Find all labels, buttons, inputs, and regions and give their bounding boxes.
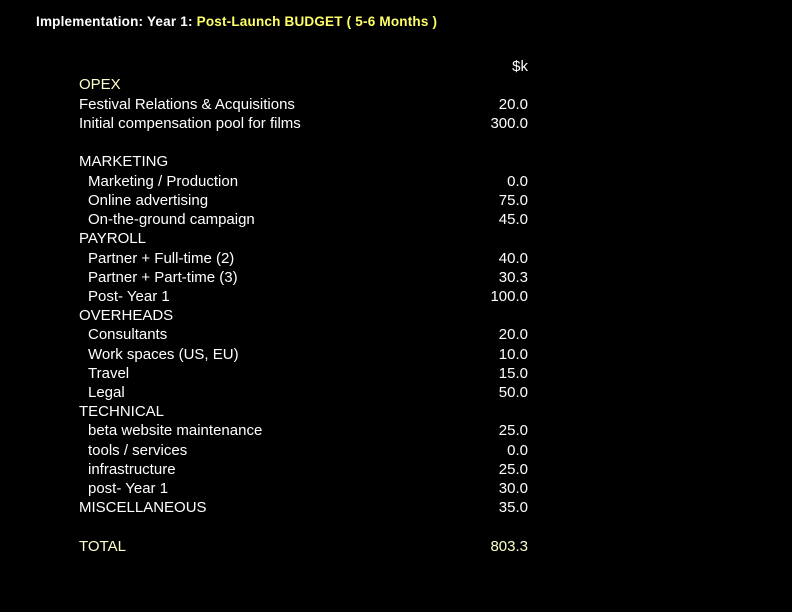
- section-header-row: OVERHEADS: [79, 306, 528, 325]
- line-item-row: Online advertising 75.0: [79, 191, 528, 210]
- row-label: Partner + Full-time (2): [88, 250, 235, 267]
- line-item-row: Partner + Part-time (3) 30.3: [79, 268, 528, 287]
- section-header-row: MISCELLANEOUS 35.0: [79, 498, 528, 517]
- row-value: 20.0: [498, 326, 528, 343]
- row-label: PAYROLL: [79, 230, 146, 247]
- row-value: 100.0: [490, 288, 528, 305]
- row-label: MISCELLANEOUS: [79, 499, 207, 516]
- row-value: 0.0: [507, 173, 528, 190]
- row-value: 40.0: [498, 250, 528, 267]
- row-value: 35.0: [498, 499, 528, 516]
- row-label: TECHNICAL: [79, 403, 165, 420]
- title-prefix: Implementation: Year 1:: [36, 14, 197, 29]
- total-label: TOTAL: [79, 538, 126, 555]
- line-item-row: Travel 15.0: [79, 364, 528, 383]
- row-value: 75.0: [498, 192, 528, 209]
- row-label: infrastructure: [88, 461, 176, 478]
- row-label: Initial compensation pool for films: [79, 115, 301, 132]
- row-label: Consultants: [88, 326, 168, 343]
- row-value: 300.0: [490, 115, 528, 132]
- row-label: Marketing / Production: [88, 173, 239, 190]
- row-label: Partner + Part-time (3): [88, 269, 238, 286]
- row-label: Legal: [88, 384, 125, 401]
- row-value: 20.0: [498, 96, 528, 113]
- row-value: 25.0: [498, 461, 528, 478]
- slide-title: Implementation: Year 1: Post-Launch BUDG…: [36, 14, 437, 29]
- section-header-row: MARKETING: [79, 152, 528, 171]
- row-label: Post- Year 1: [88, 288, 170, 305]
- row-label: Festival Relations & Acquisitions: [79, 96, 295, 113]
- section-header-row: OPEX: [79, 75, 528, 94]
- line-item-row: Work spaces (US, EU) 10.0: [79, 345, 528, 364]
- row-value: 10.0: [498, 346, 528, 363]
- line-item-row: post- Year 1 30.0: [79, 479, 528, 498]
- row-label: OPEX: [79, 76, 121, 93]
- line-item-row: On-the-ground campaign 45.0: [79, 210, 528, 229]
- row-value: 50.0: [498, 384, 528, 401]
- section-header-row: TECHNICAL: [79, 402, 528, 421]
- title-highlight: Post-Launch BUDGET ( 5-6 Months ): [196, 14, 438, 29]
- line-item-row: Post- Year 1 100.0: [79, 287, 528, 306]
- row-label: OVERHEADS: [79, 307, 174, 324]
- line-item-row: Initial compensation pool for films 300.0: [79, 114, 528, 133]
- line-item-row: beta website maintenance 25.0: [79, 421, 528, 440]
- row-label: Work spaces (US, EU): [88, 346, 239, 363]
- section-header-row: PAYROLL: [79, 229, 528, 248]
- total-value: 803.3: [490, 538, 528, 555]
- row-value: 15.0: [498, 365, 528, 382]
- line-item-row: Partner + Full-time (2) 40.0: [79, 249, 528, 268]
- row-value: 45.0: [498, 211, 528, 228]
- row-label: On-the-ground campaign: [88, 211, 255, 228]
- row-label: beta website maintenance: [88, 422, 263, 439]
- total-row: TOTAL 803.3: [79, 537, 528, 556]
- row-label: Online advertising: [88, 192, 209, 209]
- row-value: 30.0: [498, 480, 528, 497]
- row-label: post- Year 1: [88, 480, 169, 497]
- line-item-row: Festival Relations & Acquisitions 20.0: [79, 95, 528, 114]
- row-value: 30.3: [498, 269, 528, 286]
- row-value: 0.0: [507, 442, 528, 459]
- line-item-row: Consultants 20.0: [79, 325, 528, 344]
- row-label: MARKETING: [79, 153, 169, 170]
- unit-label: $k: [512, 58, 528, 75]
- line-item-row: infrastructure 25.0: [79, 460, 528, 479]
- line-item-row: tools / services 0.0: [79, 441, 528, 460]
- row-label: Travel: [88, 365, 130, 382]
- line-item-row: Marketing / Production 0.0: [79, 172, 528, 191]
- row-label: tools / services: [88, 442, 188, 459]
- line-item-row: Legal 50.0: [79, 383, 528, 402]
- row-value: 25.0: [498, 422, 528, 439]
